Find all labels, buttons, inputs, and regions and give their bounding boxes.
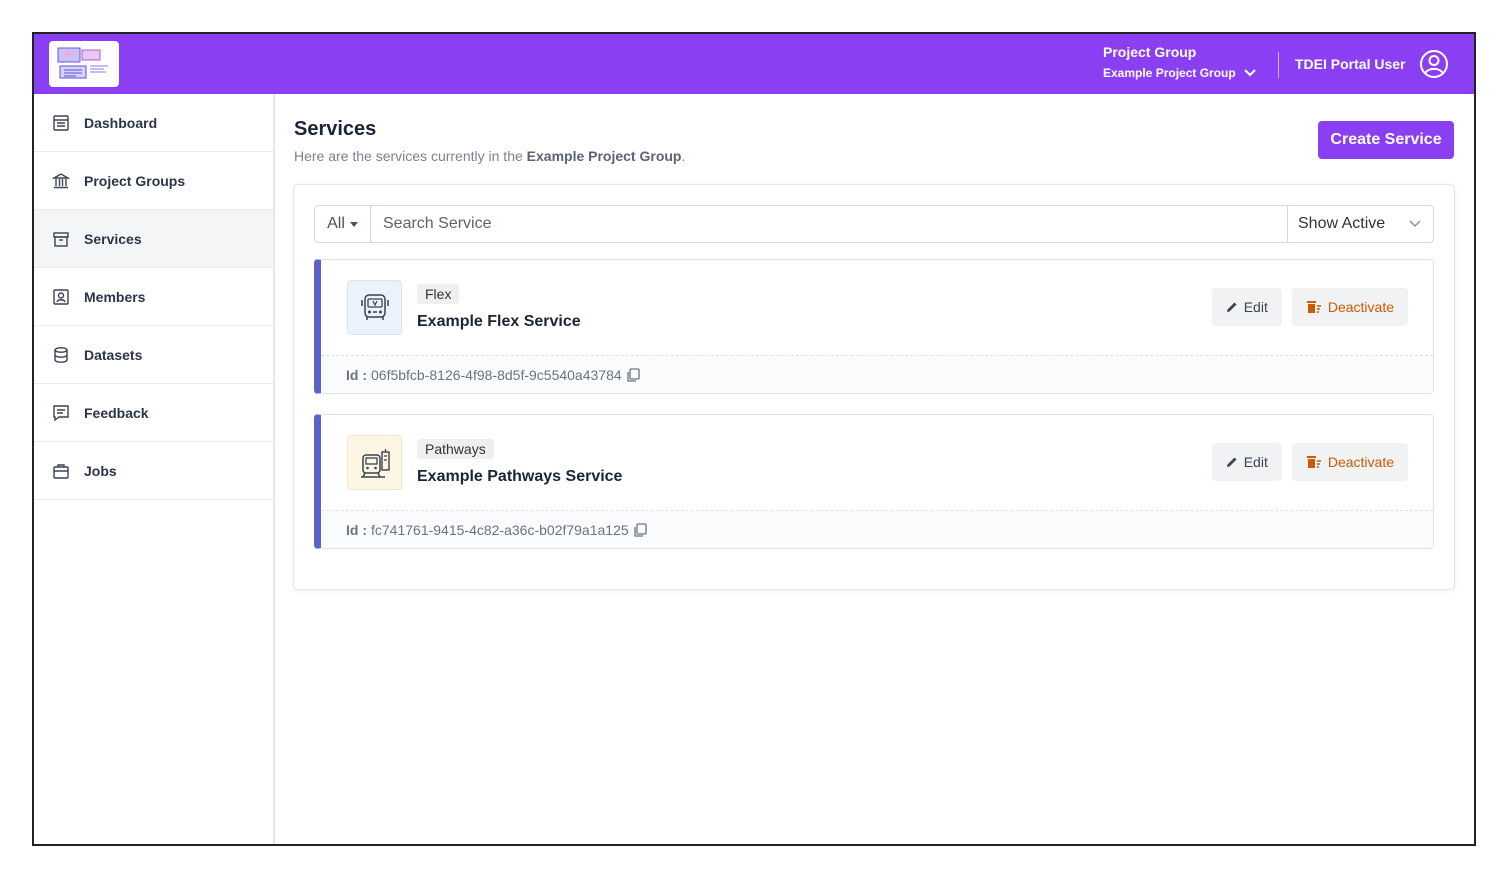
project-group-value: Example Project Group <box>1103 66 1236 80</box>
id-label: Id : <box>346 366 367 383</box>
user-avatar-icon <box>1420 50 1449 78</box>
trash-icon <box>1306 456 1321 468</box>
subtitle-group-name: Example Project Group <box>526 148 682 164</box>
copy-icon[interactable] <box>633 522 647 537</box>
filter-type-dropdown[interactable]: All <box>315 206 371 242</box>
bank-icon <box>52 172 70 188</box>
deactivate-button[interactable]: Deactivate <box>1291 288 1408 326</box>
sidebar-item-feedback[interactable]: Feedback <box>34 384 273 442</box>
subtitle-suffix: . <box>681 148 686 164</box>
filter-type-value: All <box>327 215 345 232</box>
search-bar: All Show Active <box>314 205 1434 243</box>
id-label: Id : <box>346 521 367 538</box>
top-bar: Project Group Example Project Group TDEI… <box>34 34 1474 94</box>
user-name: TDEI Portal User <box>1295 56 1406 72</box>
sidebar-item-dashboard[interactable]: Dashboard <box>34 94 273 152</box>
sidebar-item-label: Datasets <box>84 346 143 363</box>
sidebar-item-label: Members <box>84 288 146 305</box>
sidebar-item-members[interactable]: Members <box>34 268 273 326</box>
service-card: Flex Example Flex Service Edit Deactivat… <box>314 259 1434 394</box>
pencil-icon <box>1226 457 1237 467</box>
pencil-icon <box>1226 302 1237 312</box>
edit-label: Edit <box>1243 454 1268 470</box>
sidebar: Dashboard Project Groups Services Member… <box>34 94 275 844</box>
subtitle-text: Here are the services currently in the <box>294 148 527 164</box>
sidebar-item-label: Jobs <box>84 462 117 479</box>
project-group-label: Project Group <box>1103 44 1197 60</box>
copy-icon[interactable] <box>626 367 640 382</box>
services-panel: All Show Active <box>293 184 1455 590</box>
user-menu[interactable]: TDEI Portal User <box>1295 48 1449 80</box>
service-name: Example Flex Service <box>417 313 581 330</box>
database-icon <box>54 346 68 363</box>
tdei-logo-icon[interactable] <box>49 41 119 87</box>
service-card: Pathways Example Pathways Service Edit D… <box>314 414 1434 549</box>
trash-icon <box>1306 301 1321 313</box>
project-group-dropdown[interactable]: Example Project Group <box>1103 66 1256 80</box>
sidebar-item-label: Dashboard <box>84 114 158 131</box>
project-group-selector: Project Group Example Project Group <box>1103 44 1256 80</box>
sidebar-item-label: Project Groups <box>84 172 186 189</box>
chevron-down-icon <box>1243 69 1256 77</box>
search-input[interactable] <box>371 206 1287 242</box>
sidebar-item-label: Feedback <box>84 404 149 421</box>
app-frame: Project Group Example Project Group TDEI… <box>32 32 1476 846</box>
deactivate-label: Deactivate <box>1327 454 1394 470</box>
service-id: 06f5bfcb-8126-4f98-8d5f-9c5540a43784 <box>371 366 622 383</box>
service-id-row: Id : 06f5bfcb-8126-4f98-8d5f-9c5540a4378… <box>321 356 1433 393</box>
member-badge-icon <box>53 288 69 305</box>
caret-down-icon <box>349 221 358 227</box>
sidebar-item-jobs[interactable]: Jobs <box>34 442 273 500</box>
create-service-button[interactable]: Create Service <box>1318 121 1454 159</box>
sidebar-item-project-groups[interactable]: Project Groups <box>34 152 273 210</box>
service-name: Example Pathways Service <box>417 468 623 485</box>
page-subtitle: Here are the services currently in the E… <box>294 148 685 164</box>
card-actions: Edit Deactivate <box>1211 288 1408 326</box>
header-divider <box>1278 52 1279 78</box>
card-actions: Edit Deactivate <box>1211 443 1408 481</box>
service-type-badge: Flex <box>417 284 460 304</box>
status-filter-select[interactable]: Show Active <box>1287 206 1433 242</box>
service-id: fc741761-9415-4c82-a36c-b02f79a1a125 <box>371 521 629 538</box>
edit-button[interactable]: Edit <box>1211 288 1282 326</box>
edit-button[interactable]: Edit <box>1211 443 1282 481</box>
dashboard-icon <box>53 114 69 131</box>
edit-label: Edit <box>1243 299 1268 315</box>
page-title: Services <box>294 118 377 140</box>
chevron-down-icon <box>1409 220 1421 228</box>
deactivate-label: Deactivate <box>1327 299 1394 315</box>
service-type-badge: Pathways <box>417 439 494 459</box>
briefcase-icon <box>53 463 69 479</box>
feedback-icon <box>53 404 69 421</box>
service-id-row: Id : fc741761-9415-4c82-a36c-b02f79a1a12… <box>321 511 1433 548</box>
sidebar-item-label: Services <box>84 230 142 247</box>
status-filter-value: Show Active <box>1298 215 1386 232</box>
sidebar-item-services[interactable]: Services <box>34 210 273 268</box>
sidebar-item-datasets[interactable]: Datasets <box>34 326 273 384</box>
train-station-icon <box>347 435 402 490</box>
deactivate-button[interactable]: Deactivate <box>1291 443 1408 481</box>
archive-icon <box>53 231 69 247</box>
main-content: Services Here are the services currently… <box>277 94 1474 844</box>
bus-icon <box>347 280 402 335</box>
